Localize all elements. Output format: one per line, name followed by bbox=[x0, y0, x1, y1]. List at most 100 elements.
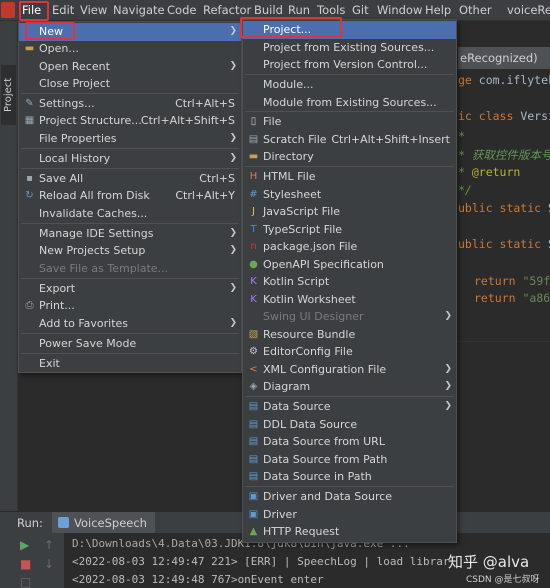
menu-separator bbox=[245, 166, 454, 167]
menu-item-manage-ide-settings[interactable]: Manage IDE Settings ❯ bbox=[19, 225, 241, 243]
menu-item-open[interactable]: ▬ Open... bbox=[19, 40, 241, 58]
menu-item-file[interactable]: ▯ File bbox=[243, 113, 456, 131]
menu-item-ddl-data-source[interactable]: ▤ DDL Data Source bbox=[243, 416, 456, 434]
menu-item-label: Kotlin Worksheet bbox=[263, 293, 356, 306]
menu-tools[interactable]: Tools bbox=[317, 3, 345, 17]
menu-item-settings[interactable]: ✎ Settings... Ctrl+Alt+S bbox=[19, 95, 241, 113]
menu-item-label: Project from Version Control... bbox=[263, 58, 428, 71]
menu-item-close-project[interactable]: Close Project bbox=[19, 75, 241, 93]
menu-item-add-to-favorites[interactable]: Add to Favorites ❯ bbox=[19, 315, 241, 333]
wrench-icon[interactable]: ■ bbox=[20, 557, 31, 571]
menu-item-label: HTML File bbox=[263, 170, 316, 183]
menu-item-scratch-file[interactable]: ▤ Scratch File Ctrl+Alt+Shift+Insert bbox=[243, 131, 456, 149]
project-tool-tab[interactable]: Project bbox=[1, 65, 16, 125]
menu-item-local-history[interactable]: Local History ❯ bbox=[19, 150, 241, 168]
menu-window[interactable]: Window bbox=[377, 3, 422, 17]
menu-item-directory[interactable]: ▬ Directory bbox=[243, 148, 456, 166]
shortcut-label: Ctrl+S bbox=[199, 172, 235, 185]
new-submenu: Project... Project from Existing Sources.… bbox=[242, 19, 457, 543]
menu-item-driver-and-data-source[interactable]: ▣ Driver and Data Source bbox=[243, 488, 456, 506]
menu-item-label: Directory bbox=[263, 150, 314, 163]
menu-item-http-request[interactable]: ▲ HTTP Request bbox=[243, 523, 456, 541]
menu-item-kotlin-script[interactable]: K Kotlin Script bbox=[243, 273, 456, 291]
menu-item-html-file[interactable]: H HTML File bbox=[243, 168, 456, 186]
menu-item-project-from-existing-sources[interactable]: Project from Existing Sources... bbox=[243, 39, 456, 57]
menu-item-file-properties[interactable]: File Properties ❯ bbox=[19, 130, 241, 148]
menu-item-label: Stylesheet bbox=[263, 188, 322, 201]
submenu-arrow-icon: ❯ bbox=[229, 133, 237, 143]
shortcut-label: Ctrl+Alt+Shift+S bbox=[140, 114, 235, 127]
menu-item-label: Exit bbox=[39, 357, 60, 370]
menu-item-package-json-file[interactable]: n package.json File bbox=[243, 238, 456, 256]
menu-file[interactable]: File bbox=[22, 3, 41, 17]
menu-item-project[interactable]: Project... bbox=[243, 21, 456, 39]
menu-item-open-recent[interactable]: Open Recent ❯ bbox=[19, 58, 241, 76]
menu-build[interactable]: Build bbox=[254, 3, 283, 17]
menu-item-save-all[interactable]: ▪ Save All Ctrl+S bbox=[19, 170, 241, 188]
menu-help[interactable]: Help bbox=[425, 3, 451, 17]
menu-code[interactable]: Code bbox=[167, 3, 196, 17]
menu-item-label: Module... bbox=[263, 78, 314, 91]
code-line: * 获取控件版本号 bbox=[458, 148, 550, 162]
menu-item-data-source-from-path[interactable]: ▤ Data Source from Path bbox=[243, 451, 456, 469]
folder-icon: ▬ bbox=[24, 43, 35, 54]
menu-item-label: Power Save Mode bbox=[39, 337, 137, 350]
menu-item-label: Save All bbox=[39, 172, 84, 185]
menu-item-new[interactable]: New ❯ bbox=[19, 23, 241, 41]
menu-git[interactable]: Git bbox=[352, 3, 369, 17]
menu-item-export[interactable]: Export ❯ bbox=[19, 280, 241, 298]
run-tab[interactable]: VoiceSpeech bbox=[52, 512, 155, 534]
menu-item-editorconfig-file[interactable]: ⚙ EditorConfig File bbox=[243, 343, 456, 361]
diagram-icon: ◈ bbox=[249, 381, 258, 392]
scroll-down-icon[interactable]: ↓ bbox=[44, 557, 54, 571]
code-line: */ bbox=[458, 183, 472, 197]
menu-item-project-from-version-control[interactable]: Project from Version Control... bbox=[243, 56, 456, 74]
menu-item-exit[interactable]: Exit bbox=[19, 355, 241, 373]
menu-item-reload-all-from-disk[interactable]: ↻ Reload All from Disk Ctrl+Alt+Y bbox=[19, 187, 241, 205]
menu-view[interactable]: View bbox=[80, 3, 107, 17]
menu-item-typescript-file[interactable]: T TypeScript File bbox=[243, 221, 456, 239]
menu-edit[interactable]: Edit bbox=[52, 3, 74, 17]
menu-item-kotlin-worksheet[interactable]: K Kotlin Worksheet bbox=[243, 291, 456, 309]
menu-item-resource-bundle[interactable]: ▧ Resource Bundle bbox=[243, 326, 456, 344]
menu-item-data-source-from-url[interactable]: ▤ Data Source from URL bbox=[243, 433, 456, 451]
menu-item-save-file-as-template[interactable]: Save File as Template... bbox=[19, 260, 241, 278]
db-icon: ▤ bbox=[248, 401, 259, 412]
menu-item-driver[interactable]: ▣ Driver bbox=[243, 506, 456, 524]
menu-item-module[interactable]: Module... bbox=[243, 76, 456, 94]
menu-item-power-save-mode[interactable]: Power Save Mode bbox=[19, 335, 241, 353]
menu-item-data-source[interactable]: ▤ Data Source ❯ bbox=[243, 398, 456, 416]
scroll-up-icon[interactable]: ↑ bbox=[44, 538, 54, 552]
menu-other[interactable]: Other bbox=[459, 3, 492, 17]
code-editor[interactable]: eRecognized) ge com.iflytek ic class Ver… bbox=[458, 21, 550, 341]
menu-item-label: Reload All from Disk bbox=[39, 189, 150, 202]
console-line: <2022-08-03 12:49:48 767>onEvent enter bbox=[72, 573, 324, 586]
menu-item-print[interactable]: ⎙ Print... bbox=[19, 297, 241, 315]
menu-item-label: Close Project bbox=[39, 77, 111, 90]
menu-item-openapi-specification[interactable]: ● OpenAPI Specification bbox=[243, 256, 456, 274]
folder-icon: ▬ bbox=[248, 151, 259, 162]
menu-item-invalidate-caches[interactable]: Invalidate Caches... bbox=[19, 205, 241, 223]
editor-tab[interactable]: eRecognized) bbox=[458, 47, 550, 69]
code-line: ublic static St bbox=[458, 201, 550, 215]
reload-icon: ↻ bbox=[25, 190, 34, 201]
menu-item-swing-ui-designer[interactable]: Swing UI Designer ❯ bbox=[243, 308, 456, 326]
menu-item-label: Add to Favorites bbox=[39, 317, 129, 330]
menu-navigate[interactable]: Navigate bbox=[113, 3, 165, 17]
menu-item-javascript-file[interactable]: J JavaScript File bbox=[243, 203, 456, 221]
db-icon: ▤ bbox=[248, 471, 259, 482]
db-icon: ▤ bbox=[248, 454, 259, 465]
rerun-icon[interactable]: ▶ bbox=[20, 538, 29, 552]
menu-item-project-structure[interactable]: ▦ Project Structure... Ctrl+Alt+Shift+S bbox=[19, 112, 241, 130]
menu-refactor[interactable]: Refactor bbox=[203, 3, 251, 17]
menu-item-data-source-in-path[interactable]: ▤ Data Source in Path bbox=[243, 468, 456, 486]
menu-item-diagram[interactable]: ◈ Diagram ❯ bbox=[243, 378, 456, 396]
menu-item-module-from-existing-sources[interactable]: Module from Existing Sources... bbox=[243, 94, 456, 112]
menu-item-stylesheet[interactable]: # Stylesheet bbox=[243, 186, 456, 204]
db-icon: ▤ bbox=[248, 436, 259, 447]
menu-item-new-projects-setup[interactable]: New Projects Setup ❯ bbox=[19, 242, 241, 260]
stop-icon[interactable]: □ bbox=[20, 575, 31, 588]
menu-item-xml-configuration-file[interactable]: < XML Configuration File ❯ bbox=[243, 361, 456, 379]
menu-item-label: Data Source from URL bbox=[263, 435, 385, 448]
menu-run[interactable]: Run bbox=[288, 3, 310, 17]
